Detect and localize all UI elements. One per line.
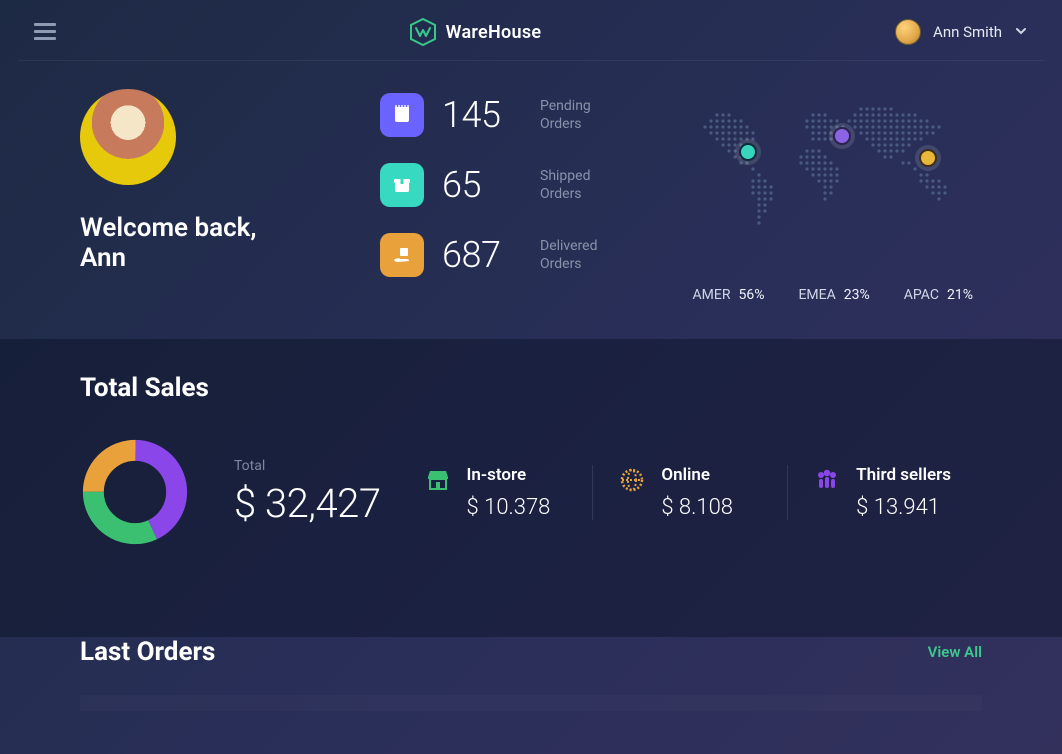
region-amer: AMER56%	[693, 287, 765, 303]
map-pin-amer	[739, 143, 757, 161]
channel-instore: In-store $ 10.378	[425, 465, 593, 520]
hand-box-icon	[380, 233, 424, 277]
channel-third-sellers: Third sellers $ 13.941	[787, 465, 982, 520]
welcome-text: Welcome back,	[80, 213, 340, 243]
menu-toggle[interactable]	[34, 23, 56, 41]
sales-heading: Total Sales	[80, 373, 982, 403]
world-map	[683, 93, 983, 267]
stat-value: 65	[442, 164, 522, 206]
orders-table-placeholder	[80, 695, 982, 711]
map-pin-emea	[833, 127, 851, 145]
stat-value: 145	[442, 94, 522, 136]
globe-icon	[619, 467, 645, 493]
store-icon	[425, 467, 451, 493]
avatar	[895, 19, 921, 45]
box-icon	[380, 163, 424, 207]
hamburger-icon	[34, 23, 56, 41]
channel-online: Online $ 8.108	[592, 465, 787, 520]
region-apac: APAC21%	[904, 287, 973, 303]
region-stats: AMER56% EMEA23% APAC21%	[693, 287, 973, 303]
user-name: Ann Smith	[933, 23, 1002, 41]
stat-delivered: 687 DeliveredOrders	[380, 233, 597, 277]
orders-heading: Last Orders	[80, 637, 215, 667]
chevron-down-icon	[1014, 23, 1028, 42]
stat-pending: 145 PendingOrders	[380, 93, 597, 137]
order-stats: 145 PendingOrders 65 ShippedOrders 687 D…	[380, 89, 597, 303]
stat-value: 687	[442, 234, 522, 276]
user-menu[interactable]: Ann Smith	[895, 19, 1028, 45]
total-label: Total	[234, 458, 381, 474]
note-icon	[380, 93, 424, 137]
logo-icon	[410, 18, 436, 46]
view-all-link[interactable]: View All	[928, 643, 982, 661]
stat-shipped: 65 ShippedOrders	[380, 163, 597, 207]
region-emea: EMEA23%	[798, 287, 869, 303]
sales-donut	[80, 437, 190, 547]
profile-avatar	[80, 89, 176, 185]
brand-name: WareHouse	[446, 22, 542, 43]
people-icon	[814, 467, 840, 493]
welcome-name: Ann	[80, 243, 340, 273]
map-pin-apac	[919, 149, 937, 167]
total-amount: $ 32,427	[234, 480, 381, 527]
brand: WareHouse	[56, 18, 895, 46]
